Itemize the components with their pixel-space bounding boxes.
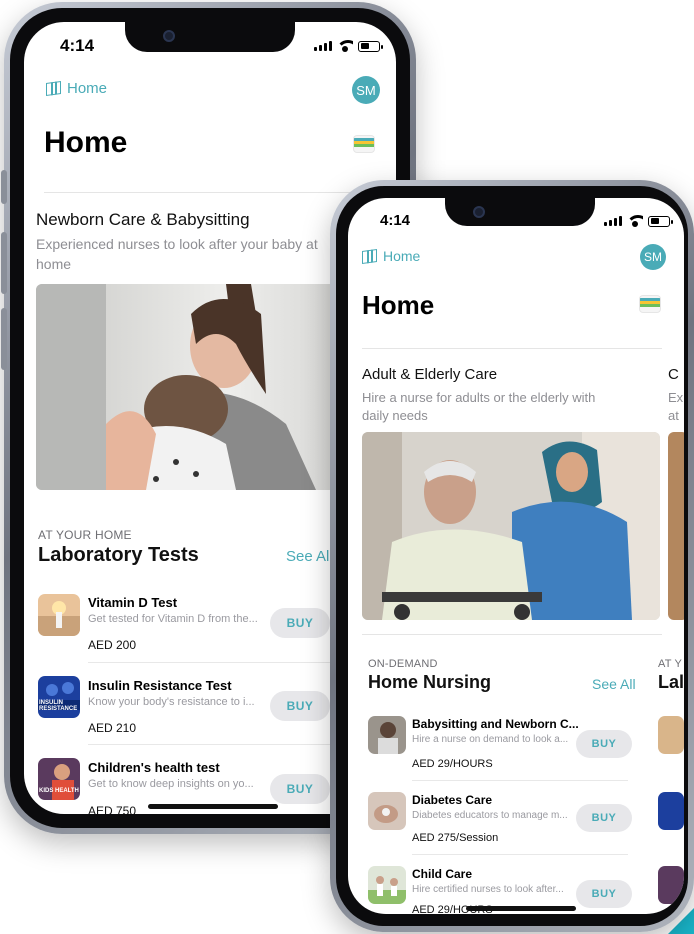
page-title: Home xyxy=(362,290,435,320)
peek-section-heading: Lal xyxy=(658,672,684,692)
see-all-link[interactable]: See All xyxy=(286,548,333,565)
signal-icon xyxy=(604,216,622,226)
header-divider xyxy=(362,348,662,349)
featured-card-subtitle: Experienced nurses to look after your ba… xyxy=(36,236,318,272)
map-icon xyxy=(46,80,61,97)
buy-button[interactable]: BUY xyxy=(270,774,330,804)
item-description: Get to know deep insights on yo... xyxy=(88,778,254,790)
avatar[interactable]: SM xyxy=(352,76,380,104)
status-icons xyxy=(314,40,383,52)
item-thumbnail xyxy=(38,594,80,636)
item-thumbnail: INSULIN RESISTANCE xyxy=(38,676,80,718)
status-icons xyxy=(604,215,673,227)
wifi-icon xyxy=(627,215,643,227)
row-divider xyxy=(412,854,628,855)
buy-button[interactable]: BUY xyxy=(270,608,330,638)
nav-home-label: Home xyxy=(383,248,421,264)
phone-volume-down xyxy=(1,308,7,370)
buy-button[interactable]: BUY xyxy=(270,691,330,721)
front-phone-screen: 4:14 Home SM Home Adult & Elderly Care H… xyxy=(348,198,684,914)
home-indicator[interactable] xyxy=(466,906,576,911)
row-divider xyxy=(412,780,628,781)
status-time: 4:14 xyxy=(60,36,95,55)
nav-home-link[interactable]: Home xyxy=(46,80,107,97)
item-thumbnail: KIDS HEALTH xyxy=(38,758,80,800)
battery-icon xyxy=(648,215,673,227)
buy-button[interactable]: BUY xyxy=(576,730,632,758)
featured-card-image[interactable] xyxy=(36,284,356,490)
featured-card-title[interactable]: Newborn Care & Babysitting xyxy=(36,210,250,230)
item-name[interactable]: Insulin Resistance Test xyxy=(88,678,232,693)
item-price: AED 210 xyxy=(88,721,137,735)
header-divider xyxy=(44,192,396,193)
phone-side-button xyxy=(1,170,7,204)
item-name[interactable]: Babysitting and Newborn C... xyxy=(412,717,579,731)
item-price: AED 275/Session xyxy=(412,832,499,844)
peek-card-subtitle: Ex at xyxy=(668,390,684,424)
nav-home-label: Home xyxy=(67,80,108,97)
signal-icon xyxy=(314,41,332,51)
phone-volume-up xyxy=(1,232,7,294)
item-description: Hire a nurse on demand to look a... xyxy=(412,734,569,745)
item-name[interactable]: Children's health test xyxy=(88,760,220,775)
item-name[interactable]: Vitamin D Test xyxy=(88,595,177,610)
wallet-icon[interactable] xyxy=(640,296,660,312)
item-name[interactable]: Diabetes Care xyxy=(412,793,492,807)
section-heading: Home Nursing xyxy=(368,672,492,692)
see-all-link[interactable]: See All xyxy=(592,676,636,692)
featured-card-title[interactable]: Adult & Elderly Care xyxy=(362,366,497,383)
item-price: AED 750 xyxy=(88,804,137,814)
peek-thumbnail xyxy=(658,792,684,830)
map-icon xyxy=(362,248,377,264)
item-description: Get tested for Vitamin D from the... xyxy=(88,613,258,625)
front-phone: 4:14 Home SM Home Adult & Elderly Care H… xyxy=(330,180,694,932)
item-thumbnail xyxy=(368,866,406,904)
buy-button[interactable]: BUY xyxy=(576,880,632,908)
item-description: Hire certified nurses to look after... xyxy=(412,884,564,895)
featured-card-image[interactable] xyxy=(362,432,660,620)
peek-thumbnail xyxy=(658,866,684,904)
home-indicator[interactable] xyxy=(148,804,278,809)
wallet-icon[interactable] xyxy=(354,136,374,152)
notch xyxy=(125,22,295,52)
item-price: AED 29/HOURS xyxy=(412,758,493,770)
item-thumbnail-label: KIDS HEALTH xyxy=(39,788,79,794)
peek-section-eyebrow: AT Y xyxy=(658,658,683,670)
featured-card-subtitle: Hire a nurse for adults or the elderly w… xyxy=(362,390,596,424)
item-name[interactable]: Child Care xyxy=(412,867,472,881)
item-thumbnail xyxy=(368,716,406,754)
notch xyxy=(445,198,595,226)
item-thumbnail xyxy=(368,792,406,830)
item-thumbnail-label: INSULIN RESISTANCE xyxy=(39,700,78,712)
item-description: Diabetes educators to manage m... xyxy=(412,810,568,821)
item-price: AED 200 xyxy=(88,638,137,652)
status-time: 4:14 xyxy=(380,212,411,229)
wifi-icon xyxy=(337,40,353,52)
avatar[interactable]: SM xyxy=(640,244,666,270)
buy-button[interactable]: BUY xyxy=(576,804,632,832)
page-title: Home xyxy=(44,126,128,159)
section-divider xyxy=(362,634,662,635)
item-description: Know your body's resistance to i... xyxy=(88,696,255,708)
peek-thumbnail xyxy=(658,716,684,754)
peek-card-title[interactable]: C xyxy=(668,366,679,383)
battery-icon xyxy=(358,40,383,52)
section-heading: Laboratory Tests xyxy=(38,544,199,566)
peek-card-image[interactable] xyxy=(668,432,684,620)
nav-home-link[interactable]: Home xyxy=(362,248,420,264)
section-eyebrow: AT YOUR HOME xyxy=(38,528,132,542)
section-eyebrow: ON-DEMAND xyxy=(368,658,438,670)
